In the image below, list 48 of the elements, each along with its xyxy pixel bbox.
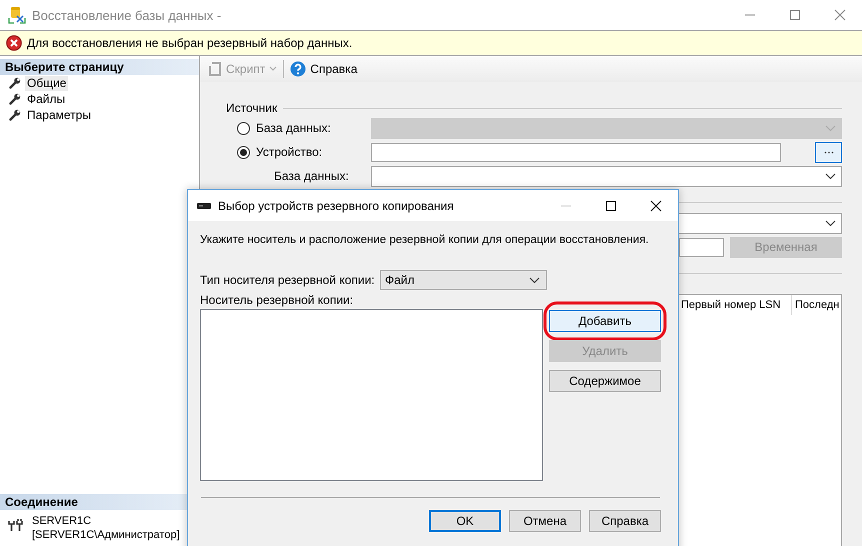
sidebar-header: Выберите страницу bbox=[0, 59, 199, 75]
media-type-dropdown[interactable]: Файл bbox=[380, 270, 547, 290]
radio-label: Устройство: bbox=[256, 145, 322, 159]
wrench-icon bbox=[9, 77, 21, 89]
sidebar-item[interactable]: Файлы bbox=[25, 92, 68, 106]
field-label: Тип носителя резервной копии: bbox=[200, 273, 376, 287]
sidebar-item[interactable]: Общие bbox=[25, 76, 68, 90]
action-button[interactable]: Добавить bbox=[549, 310, 661, 332]
wrench-icon bbox=[9, 109, 21, 121]
database-restore-icon bbox=[8, 6, 26, 24]
dialog-button[interactable]: OK bbox=[429, 510, 501, 532]
help-button[interactable]: Справка bbox=[288, 61, 360, 77]
error-icon bbox=[6, 35, 22, 51]
tape-drive-icon bbox=[197, 202, 211, 208]
ellipsis-icon bbox=[824, 150, 834, 154]
radio-button[interactable] bbox=[237, 122, 250, 134]
text-field[interactable] bbox=[679, 238, 724, 256]
close-icon bbox=[834, 9, 846, 21]
close-icon bbox=[650, 200, 662, 212]
field-label: База данных: bbox=[274, 169, 349, 183]
maximize-icon bbox=[788, 9, 800, 21]
help-icon bbox=[290, 61, 306, 77]
error-message: Для восстановления не выбран резервный набор данных. bbox=[27, 36, 352, 50]
maximize-icon bbox=[604, 200, 616, 212]
chevron-down-icon bbox=[529, 276, 540, 284]
caret-icon bbox=[269, 66, 278, 72]
chevron-down-icon bbox=[825, 220, 836, 226]
instruction-text: Укажите носитель и расположение резервной копии для операции восстановления. bbox=[200, 234, 649, 248]
action-button[interactable]: Содержимое bbox=[549, 370, 661, 392]
dialog-title: Выбор устройств резервного копирования bbox=[218, 198, 454, 212]
list-label: Носитель резервной копии: bbox=[200, 293, 354, 307]
dialog-button[interactable]: Отмена bbox=[509, 510, 581, 532]
wrench-icon bbox=[9, 93, 21, 105]
chevron-down-icon bbox=[825, 172, 836, 180]
chevron-down-icon bbox=[825, 124, 836, 132]
browse-button[interactable] bbox=[815, 142, 842, 162]
group-title: Источник bbox=[226, 101, 278, 115]
plug-icon bbox=[8, 518, 24, 532]
script-icon bbox=[208, 61, 222, 77]
column-header[interactable]: Последн bbox=[791, 295, 841, 315]
radio-label: База данных: bbox=[256, 121, 331, 135]
sidebar-item[interactable]: Параметры bbox=[25, 108, 93, 122]
radio-button[interactable] bbox=[237, 146, 250, 158]
dialog-button[interactable]: Справка bbox=[589, 510, 661, 532]
server-name: SERVER1C bbox=[32, 514, 92, 528]
window-title: Восстановление базы данных - bbox=[32, 8, 222, 22]
device-field[interactable] bbox=[371, 142, 781, 162]
user-name: [SERVER1C\Администратор] bbox=[32, 528, 180, 542]
